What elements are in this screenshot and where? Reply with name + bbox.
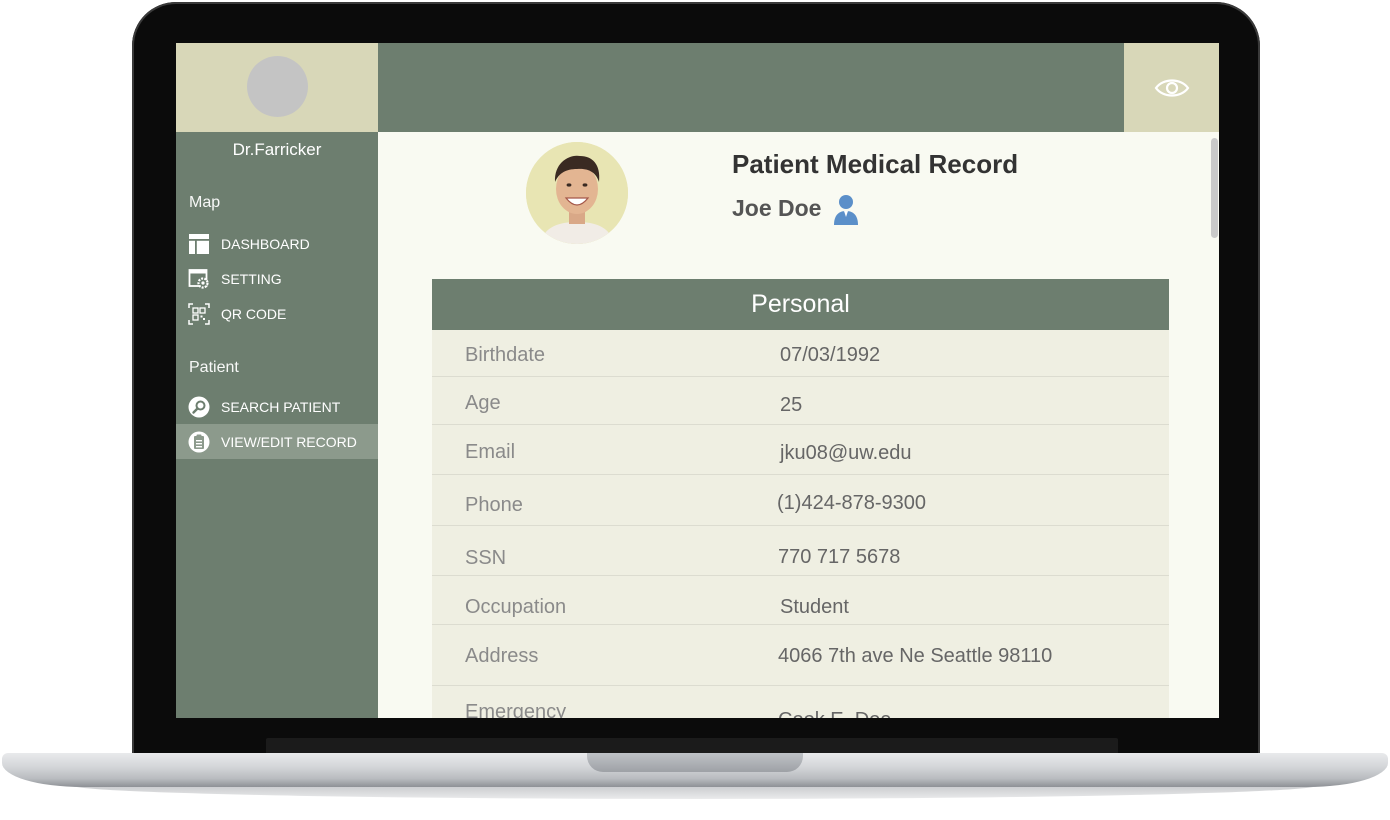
sidebar: Dr.Farricker Map DASHBOARD SETTING QR CO…	[176, 43, 378, 718]
section-label-map: Map	[189, 194, 221, 211]
field-value: 770 717 5678	[778, 546, 901, 568]
page-title: Patient Medical Record	[732, 149, 1019, 179]
sidebar-item-label: QR CODE	[221, 306, 287, 322]
scrollbar[interactable]	[1211, 138, 1218, 238]
field-label: Emergency	[465, 701, 567, 718]
top-bar	[378, 43, 1124, 132]
patient-photo	[526, 142, 628, 244]
field-label: Age	[465, 392, 501, 414]
field-value: (1)424-878-9300	[777, 492, 926, 514]
field-label: Birthdate	[465, 344, 546, 366]
field-value: 07/03/1992	[780, 344, 881, 366]
sidebar-item-label: VIEW/EDIT RECORD	[221, 434, 357, 450]
table-row: Email jku08@uw.edu	[432, 425, 1169, 475]
profile-header	[176, 43, 378, 132]
personal-info-table: Birthdate 07/03/1992 Age 25 Email jku08@…	[432, 330, 1169, 718]
eye-icon	[1154, 79, 1190, 97]
field-value: 4066 7th ave Ne Seattle 98110	[778, 645, 1053, 667]
sidebar-item-view-edit-record[interactable]: VIEW/EDIT RECORD	[176, 424, 378, 459]
sidebar-item-dashboard[interactable]: DASHBOARD	[176, 226, 378, 261]
doctor-name: Dr.Farricker	[232, 140, 322, 159]
qr-code-icon	[188, 303, 210, 325]
sidebar-item-setting[interactable]: SETTING	[176, 261, 378, 296]
table-row: Emergency Cook E. Doe	[432, 686, 1169, 718]
field-label: Address	[465, 645, 539, 667]
sidebar-item-label: DASHBOARD	[221, 236, 310, 252]
sidebar-item-search-patient[interactable]: SEARCH PATIENT	[176, 389, 378, 424]
field-label: SSN	[465, 547, 507, 569]
field-label: Phone	[465, 494, 523, 516]
table-row: Age 25	[432, 377, 1169, 425]
laptop-shadow	[70, 785, 1320, 799]
sidebar-item-qr-code[interactable]: QR CODE	[176, 296, 378, 331]
field-label: Occupation	[465, 596, 567, 618]
field-label: Email	[465, 441, 516, 463]
field-value: jku08@uw.edu	[780, 442, 912, 464]
view-toggle-button[interactable]	[1124, 43, 1219, 132]
section-label-patient: Patient	[189, 359, 239, 376]
patient-portrait	[526, 142, 628, 244]
field-value: 25	[780, 394, 803, 416]
table-row: Occupation Student	[432, 576, 1169, 625]
table-row: Phone (1)424-878-9300	[432, 475, 1169, 526]
table-row: Birthdate 07/03/1992	[432, 330, 1169, 377]
laptop-notch	[587, 753, 803, 772]
field-value: Student	[780, 596, 849, 618]
dashboard-icon	[189, 234, 209, 254]
clipboard-icon	[188, 431, 210, 453]
doctor-avatar[interactable]	[247, 56, 308, 117]
table-row: SSN 770 717 5678	[432, 526, 1169, 576]
sidebar-item-label: SEARCH PATIENT	[221, 399, 341, 415]
field-value: Cook E. Doe	[778, 709, 891, 718]
person-icon[interactable]	[833, 193, 859, 225]
search-icon	[188, 396, 210, 418]
table-row: Address 4066 7th ave Ne Seattle 98110	[432, 625, 1169, 686]
settings-window-icon	[188, 269, 209, 289]
app-screen: Dr.Farricker Map DASHBOARD SETTING QR CO…	[176, 43, 1219, 718]
section-header-personal: Personal	[432, 279, 1169, 330]
sidebar-item-label: SETTING	[221, 271, 282, 287]
patient-name: Joe Doe	[732, 195, 822, 221]
